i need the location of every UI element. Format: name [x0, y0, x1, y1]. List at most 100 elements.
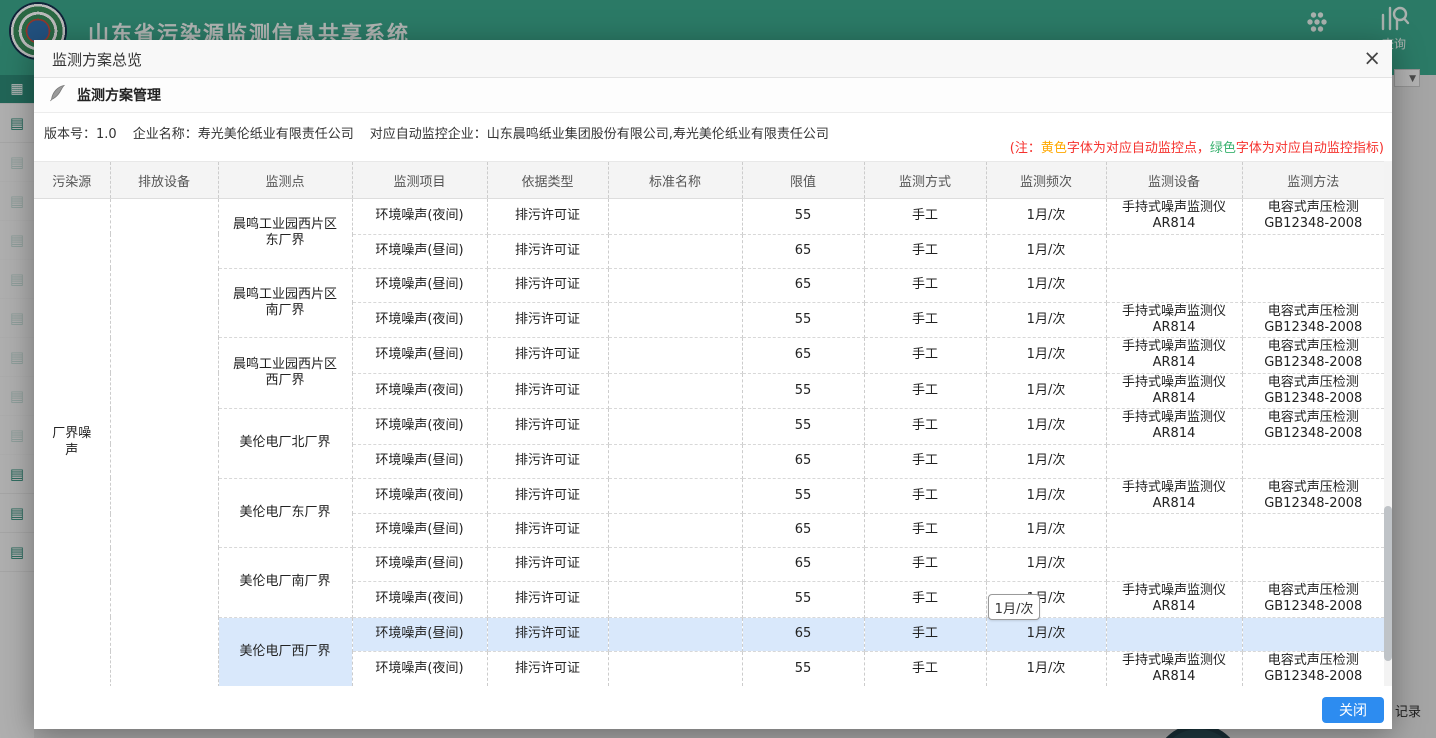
table-row[interactable]: 美伦电厂西厂界环境噪声(昼间)排污许可证65手工1月/次	[34, 617, 1384, 651]
cell-limit: 65	[742, 514, 864, 548]
cell-monitor-item: 环境噪声(昼间)	[352, 514, 487, 548]
monitoring-plan-table: 污染源排放设备监测点监测项目依据类型标准名称限值监测方式监测频次监测设备监测方法…	[34, 161, 1384, 686]
note-green-word: 绿色	[1210, 141, 1236, 156]
cell-basis-type: 排污许可证	[487, 582, 608, 618]
close-button[interactable]: 关闭	[1322, 697, 1384, 723]
frequency-tooltip: 1月/次	[988, 594, 1040, 620]
cell-standard-name	[608, 651, 742, 686]
cell-emission-equipment	[110, 199, 218, 687]
cell-monitor-item: 环境噪声(夜间)	[352, 302, 487, 338]
note-prefix: (注：	[1010, 141, 1041, 156]
note-suffix: 字体为对应自动监控指标)	[1236, 141, 1384, 156]
cell-monitor-mode: 手工	[864, 617, 986, 651]
cell-monitor-device	[1106, 268, 1242, 302]
table-row[interactable]: 美伦电厂北厂界环境噪声(夜间)排污许可证55手工1月/次手持式噪声监测仪 AR8…	[34, 409, 1384, 445]
table-row[interactable]: 美伦电厂东厂界环境噪声(夜间)排污许可证55手工1月/次手持式噪声监测仪 AR8…	[34, 478, 1384, 514]
modal-footer: 关闭	[34, 686, 1392, 729]
cell-basis-type: 排污许可证	[487, 548, 608, 582]
cell-standard-name	[608, 199, 742, 235]
cell-monitor-item: 环境噪声(夜间)	[352, 373, 487, 409]
cell-monitor-mode: 手工	[864, 409, 986, 445]
cell-monitor-frequency: 1月/次	[986, 548, 1106, 582]
cell-monitor-item: 环境噪声(昼间)	[352, 234, 487, 268]
cell-limit: 55	[742, 409, 864, 445]
cell-standard-name	[608, 409, 742, 445]
cell-limit: 55	[742, 302, 864, 338]
monitoring-plan-modal: 监测方案总览 × 监测方案管理 版本号：1.0企业名称：寿光美伦纸业有限责任公司…	[34, 40, 1392, 728]
cell-monitor-frequency: 1月/次	[986, 617, 1106, 651]
cell-monitor-item: 环境噪声(夜间)	[352, 582, 487, 618]
cell-monitor-frequency: 1月/次	[986, 234, 1106, 268]
cell-monitor-method: 电容式声压检测 GB12348-2008	[1242, 373, 1384, 409]
cell-monitor-method	[1242, 234, 1384, 268]
vertical-scrollbar-track[interactable]	[1384, 161, 1392, 686]
table-row[interactable]: 美伦电厂南厂界环境噪声(昼间)排污许可证65手工1月/次	[34, 548, 1384, 582]
cell-basis-type: 排污许可证	[487, 268, 608, 302]
table-row[interactable]: 晨鸣工业园西片区 南厂界环境噪声(昼间)排污许可证65手工1月/次	[34, 268, 1384, 302]
cell-basis-type: 排污许可证	[487, 373, 608, 409]
cell-monitor-item: 环境噪声(夜间)	[352, 199, 487, 235]
cell-monitor-device: 手持式噪声监测仪 AR814	[1106, 338, 1242, 374]
cell-monitor-item: 环境噪声(昼间)	[352, 548, 487, 582]
cell-standard-name	[608, 478, 742, 514]
company-value: 寿光美伦纸业有限责任公司	[198, 127, 354, 142]
cell-monitor-device: 手持式噪声监测仪 AR814	[1106, 582, 1242, 618]
close-icon[interactable]: ×	[1363, 45, 1381, 71]
cell-monitor-point: 晨鸣工业园西片区 西厂界	[218, 338, 352, 409]
cell-monitor-method	[1242, 617, 1384, 651]
cell-monitor-frequency: 1月/次	[986, 409, 1106, 445]
column-header: 依据类型	[487, 162, 608, 199]
cell-monitor-mode: 手工	[864, 444, 986, 478]
cell-monitor-frequency: 1月/次	[986, 199, 1106, 235]
version-label: 版本号：	[44, 127, 96, 142]
cell-monitor-item: 环境噪声(夜间)	[352, 651, 487, 686]
cell-basis-type: 排污许可证	[487, 199, 608, 235]
cell-monitor-point: 晨鸣工业园西片区 南厂界	[218, 268, 352, 338]
cell-monitor-point: 美伦电厂北厂界	[218, 409, 352, 479]
column-header: 污染源	[34, 162, 110, 199]
cell-standard-name	[608, 234, 742, 268]
column-header: 监测设备	[1106, 162, 1242, 199]
column-header: 限值	[742, 162, 864, 199]
table-row[interactable]: 厂界噪 声晨鸣工业园西片区 东厂界环境噪声(夜间)排污许可证55手工1月/次手持…	[34, 199, 1384, 235]
cell-standard-name	[608, 582, 742, 618]
cell-basis-type: 排污许可证	[487, 409, 608, 445]
cell-basis-type: 排污许可证	[487, 478, 608, 514]
cell-monitor-method: 电容式声压检测 GB12348-2008	[1242, 478, 1384, 514]
cell-monitor-frequency: 1月/次	[986, 302, 1106, 338]
screen: 山东省污染源监测信息共享系统	[0, 0, 1436, 738]
modal-titlebar: 监测方案总览 ×	[34, 40, 1392, 78]
cell-basis-type: 排污许可证	[487, 302, 608, 338]
cell-monitor-method	[1242, 268, 1384, 302]
section-bar: 监测方案管理	[34, 78, 1392, 113]
cell-monitor-point: 晨鸣工业园西片区 东厂界	[218, 199, 352, 269]
cell-limit: 65	[742, 268, 864, 302]
cell-monitor-mode: 手工	[864, 268, 986, 302]
cell-monitor-device	[1106, 548, 1242, 582]
cell-monitor-device: 手持式噪声监测仪 AR814	[1106, 478, 1242, 514]
cell-monitor-mode: 手工	[864, 582, 986, 618]
cell-standard-name	[608, 373, 742, 409]
color-legend-note: (注：黄色字体为对应自动监控点，绿色字体为对应自动监控指标)	[1010, 137, 1384, 156]
column-header: 排放设备	[110, 162, 218, 199]
cell-monitor-device	[1106, 514, 1242, 548]
vertical-scrollbar-thumb[interactable]	[1384, 506, 1392, 661]
version-value: 1.0	[96, 127, 117, 142]
cell-limit: 55	[742, 478, 864, 514]
cell-monitor-frequency: 1月/次	[986, 651, 1106, 686]
table-row[interactable]: 晨鸣工业园西片区 西厂界环境噪声(昼间)排污许可证65手工1月/次手持式噪声监测…	[34, 338, 1384, 374]
cell-monitor-mode: 手工	[864, 199, 986, 235]
cell-standard-name	[608, 302, 742, 338]
modal-title: 监测方案总览	[52, 49, 142, 70]
cell-monitor-method: 电容式声压检测 GB12348-2008	[1242, 409, 1384, 445]
cell-monitor-method: 电容式声压检测 GB12348-2008	[1242, 302, 1384, 338]
note-middle: 字体为对应自动监控点，	[1067, 141, 1210, 156]
cell-limit: 65	[742, 234, 864, 268]
cell-monitor-mode: 手工	[864, 373, 986, 409]
cell-monitor-device	[1106, 617, 1242, 651]
cell-basis-type: 排污许可证	[487, 514, 608, 548]
cell-limit: 65	[742, 617, 864, 651]
auto-company-label: 对应自动监控企业：	[370, 127, 487, 142]
column-header: 监测方法	[1242, 162, 1384, 199]
cell-monitor-mode: 手工	[864, 548, 986, 582]
